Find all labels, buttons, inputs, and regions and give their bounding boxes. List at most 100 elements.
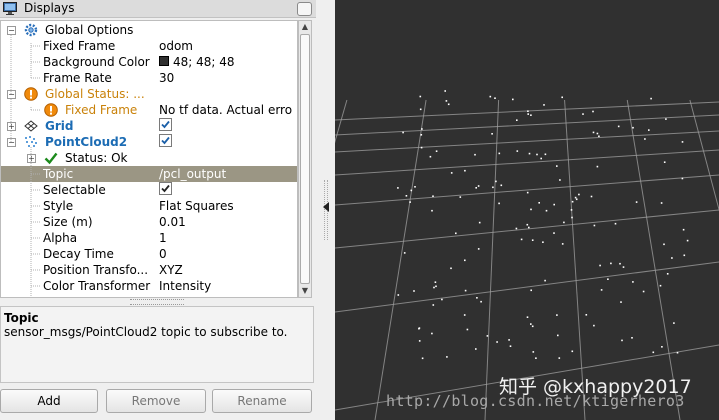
cloud-point	[575, 198, 578, 201]
rename-button[interactable]: Rename	[212, 389, 312, 413]
cloud-point	[659, 284, 662, 287]
panel-splitter[interactable]	[316, 0, 335, 420]
collapse-left-icon[interactable]	[323, 202, 329, 212]
grid-icon	[24, 120, 38, 132]
tree-row-global-status[interactable]: − Global Status: ...	[1, 86, 297, 102]
property-value[interactable]: odom	[159, 38, 297, 54]
cloud-point	[540, 157, 542, 160]
tree-row-status-ok[interactable]: + Status: Ok	[1, 150, 297, 166]
tree-row-alpha[interactable]: Alpha 1	[1, 230, 297, 246]
property-value[interactable]: 0	[159, 246, 297, 262]
scrollbar-thumb[interactable]	[300, 34, 310, 284]
property-value[interactable]: 48; 48; 48	[159, 54, 297, 70]
property-value[interactable]: 1	[159, 230, 297, 246]
property-value[interactable]: /pcl_output	[159, 166, 297, 182]
cloud-point	[660, 202, 663, 204]
cloud-point	[435, 150, 438, 152]
render-viewport[interactable]	[335, 0, 719, 420]
tree-row-status-fixed-frame[interactable]: Fixed Frame No tf data. Actual erro	[1, 102, 297, 118]
cloud-point	[542, 241, 544, 243]
tree-row-topic[interactable]: Topic /pcl_output	[1, 166, 297, 182]
cloud-point	[596, 165, 599, 168]
property-description: Topic sensor_msgs/PointCloud2 topic to s…	[0, 306, 314, 383]
grid-line	[335, 149, 719, 176]
cloud-point	[607, 278, 609, 280]
cloud-point	[516, 150, 519, 152]
cloud-point	[420, 146, 423, 149]
cloud-point	[543, 104, 545, 106]
remove-button[interactable]: Remove	[106, 389, 206, 413]
add-button[interactable]: Add	[0, 389, 98, 413]
collapse-icon[interactable]: −	[7, 138, 16, 147]
tree-row-grid[interactable]: + Grid	[1, 118, 297, 134]
cloud-point	[553, 203, 555, 206]
cloud-point	[486, 335, 489, 337]
cloud-point	[531, 239, 534, 241]
cloud-point	[665, 118, 667, 120]
cloud-point	[578, 193, 580, 196]
cloud-point	[561, 243, 564, 245]
tree-row-decay-time[interactable]: Decay Time 0	[1, 246, 297, 262]
selectable-checkbox[interactable]	[159, 182, 172, 195]
cloud-point	[421, 128, 423, 130]
checkmark-icon	[44, 152, 58, 165]
cloud-point	[464, 259, 466, 262]
cloud-point	[419, 108, 422, 111]
cloud-point	[544, 279, 546, 282]
cloud-point	[475, 348, 477, 350]
tree-row-style[interactable]: Style Flat Squares	[1, 198, 297, 214]
tree-row-global-options[interactable]: − Global Options	[1, 22, 297, 38]
cloud-point	[527, 110, 529, 112]
expand-icon[interactable]: +	[27, 154, 36, 163]
cloud-point	[530, 323, 532, 325]
warning-icon	[44, 103, 58, 117]
cloud-point	[592, 131, 595, 134]
grid-enabled-checkbox[interactable]	[159, 118, 172, 131]
tree-row-background-color[interactable]: Background Color 48; 48; 48	[1, 54, 297, 70]
expand-icon[interactable]: +	[7, 122, 16, 131]
tree-label: PointCloud2	[45, 135, 128, 149]
pointcloud2-enabled-checkbox[interactable]	[159, 134, 172, 147]
collapse-icon[interactable]: −	[7, 26, 16, 35]
cloud-point	[520, 238, 523, 241]
property-value[interactable]: Intensity	[159, 278, 297, 294]
tree-row-frame-rate[interactable]: Frame Rate 30	[1, 70, 297, 86]
tree-scrollbar[interactable]: ▲ ▼	[298, 20, 312, 298]
cloud-point	[681, 177, 684, 180]
tree-row-fixed-frame[interactable]: Fixed Frame odom	[1, 38, 297, 54]
cloud-point	[431, 209, 433, 212]
panel-close-button[interactable]	[297, 2, 312, 16]
cloud-point	[673, 322, 675, 324]
cloud-point	[500, 184, 503, 187]
scroll-down-icon[interactable]: ▼	[299, 285, 311, 297]
tree-row-position-transformer[interactable]: Position Transfo... XYZ	[1, 262, 297, 278]
cloud-point	[531, 325, 534, 328]
display-tree[interactable]: − Global Options Fixed Frame odom Backgr…	[0, 20, 298, 298]
tree-row-pointcloud2[interactable]: − PointCloud2	[1, 134, 297, 150]
description-title: Topic	[4, 311, 39, 325]
cloud-point	[432, 195, 434, 197]
cloud-point	[450, 172, 453, 174]
property-label: Frame Rate	[43, 71, 112, 85]
property-value[interactable]: 30	[159, 70, 297, 86]
cloud-point	[528, 152, 531, 155]
tree-row-selectable[interactable]: Selectable	[1, 182, 297, 198]
property-label: Topic	[43, 167, 74, 181]
panel-title: Displays	[24, 1, 75, 15]
tree-row-size[interactable]: Size (m) 0.01	[1, 214, 297, 230]
property-value[interactable]: XYZ	[159, 262, 297, 278]
watermark-url: http://blog.csdn.net/ktigerhero3	[386, 392, 685, 410]
tree-row-color-transformer[interactable]: Color Transformer Intensity	[1, 278, 297, 294]
cloud-point	[477, 248, 480, 250]
property-value[interactable]: Flat Squares	[159, 198, 297, 214]
cloud-point	[600, 289, 603, 291]
cloud-point	[596, 132, 599, 135]
splitter-grip[interactable]	[130, 299, 184, 305]
cloud-point	[622, 266, 625, 268]
property-value[interactable]: 0.01	[159, 214, 297, 230]
cloud-point	[545, 209, 548, 212]
scroll-up-icon[interactable]: ▲	[299, 21, 311, 33]
collapse-icon[interactable]: −	[7, 90, 16, 99]
cloud-point	[418, 340, 421, 342]
grid-line	[335, 99, 348, 144]
